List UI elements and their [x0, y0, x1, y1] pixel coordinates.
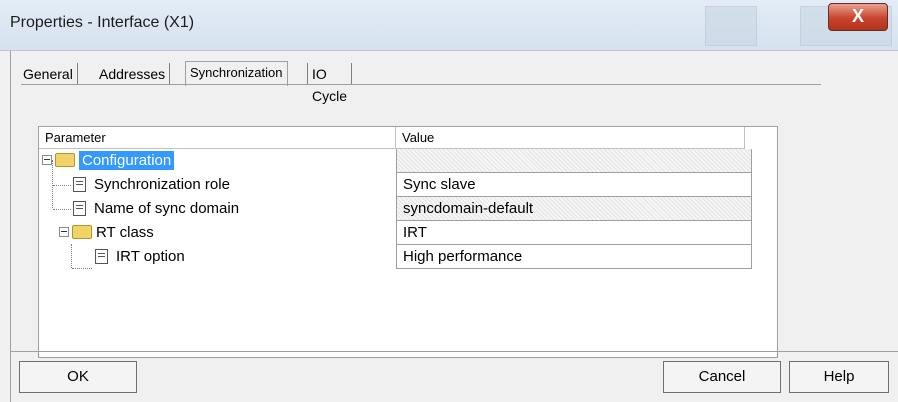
properties-panel: General Addresses Synchronization IO Cyc…	[10, 51, 889, 358]
row-name: IRT option	[116, 248, 185, 265]
title-bar: Properties - Interface (X1) X	[0, 0, 898, 51]
row-value[interactable]: Sync slave	[396, 173, 752, 197]
table-row-rt-class[interactable]: RT class IRT	[39, 221, 752, 245]
ok-button[interactable]: OK	[19, 361, 137, 393]
tab-general[interactable]: General	[19, 63, 78, 85]
collapse-icon[interactable]	[59, 227, 69, 238]
column-header-parameter[interactable]: Parameter	[39, 127, 396, 149]
table-row-configuration[interactable]: Configuration	[39, 149, 752, 173]
document-icon	[95, 248, 108, 264]
row-name: RT class	[96, 224, 154, 241]
parameter-grid: Parameter Value Configuration Synchroniz…	[38, 126, 778, 358]
row-name: Name of sync domain	[94, 200, 240, 217]
folder-icon	[55, 153, 75, 168]
row-value[interactable]: IRT	[396, 221, 752, 245]
document-icon	[73, 176, 86, 192]
collapse-icon[interactable]	[42, 155, 52, 166]
document-icon	[73, 200, 86, 216]
cancel-button[interactable]: Cancel	[663, 361, 781, 393]
tab-addresses[interactable]: Addresses	[95, 63, 171, 85]
tab-divider	[21, 84, 821, 85]
folder-icon	[72, 225, 92, 240]
table-row-synchronization-role[interactable]: Synchronization role Sync slave	[39, 173, 752, 197]
row-name: Configuration	[79, 151, 175, 170]
window-title: Properties - Interface (X1)	[10, 14, 195, 31]
table-row-name-of-sync-domain[interactable]: Name of sync domain syncdomain-default	[39, 197, 752, 221]
table-row-irt-option[interactable]: IRT option High performance	[39, 245, 752, 269]
row-name: Synchronization role	[94, 176, 230, 193]
dialog-footer: OK Cancel Help	[10, 351, 898, 402]
close-button[interactable]: X	[828, 3, 888, 31]
column-header-value[interactable]: Value	[396, 127, 745, 149]
help-button[interactable]: Help	[789, 361, 889, 393]
tab-io-cycle[interactable]: IO Cycle	[307, 63, 353, 104]
row-value[interactable]: syncdomain-default	[396, 197, 752, 221]
background-window-shadow	[705, 6, 757, 46]
row-value[interactable]	[396, 149, 752, 173]
row-value[interactable]: High performance	[396, 245, 752, 269]
tab-synchronization[interactable]: Synchronization	[185, 61, 288, 86]
